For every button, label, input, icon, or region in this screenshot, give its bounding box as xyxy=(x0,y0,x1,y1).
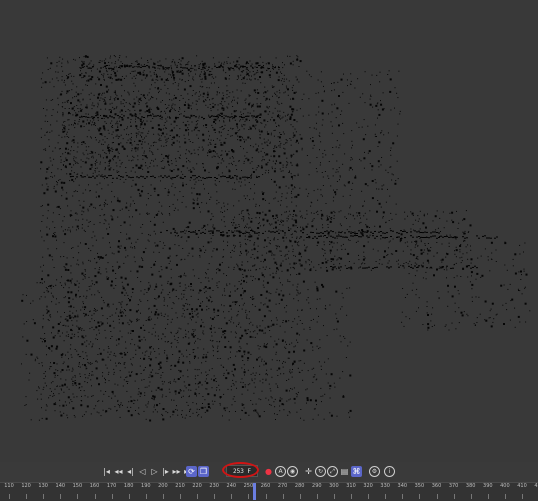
tick-label: 140 xyxy=(56,483,66,489)
play-button[interactable]: ▷ xyxy=(149,466,160,477)
step-back-key-button[interactable]: ◂◂ xyxy=(113,466,124,477)
tick-mark xyxy=(419,494,420,499)
tick-mark xyxy=(317,494,318,499)
tick-label: 290 xyxy=(312,483,322,489)
tick-label: 350 xyxy=(415,483,425,489)
tick-mark xyxy=(300,494,301,499)
tick-label: 170 xyxy=(107,483,117,489)
tick-mark xyxy=(9,494,10,499)
tick-label: 360 xyxy=(432,483,442,489)
tick-mark xyxy=(334,494,335,499)
tick-mark xyxy=(368,494,369,499)
point-cloud xyxy=(0,0,538,462)
tick-mark xyxy=(112,494,113,499)
tick-label: 390 xyxy=(483,483,493,489)
tick-mark xyxy=(26,494,27,499)
tick-label: 230 xyxy=(209,483,219,489)
tick-label: 400 xyxy=(500,483,510,489)
tick-mark xyxy=(454,494,455,499)
info-icon[interactable]: i xyxy=(384,466,395,477)
tick-label: 160 xyxy=(90,483,100,489)
tick-label: 330 xyxy=(380,483,390,489)
tick-mark xyxy=(385,494,386,499)
tick-mark xyxy=(402,494,403,499)
tick-mark xyxy=(197,494,198,499)
tick-mark xyxy=(351,494,352,499)
timeline-ruler[interactable]: 110 120 130 140 150 160 170 180 190 200 210 220 230 2… xyxy=(0,482,538,501)
tick-label: 280 xyxy=(295,483,305,489)
tick-mark xyxy=(180,494,181,499)
tick-label: 340 xyxy=(398,483,408,489)
tick-label: 130 xyxy=(38,483,48,489)
tick-label: 110 xyxy=(4,483,14,489)
tick-label: 370 xyxy=(449,483,459,489)
tick-label: 240 xyxy=(227,483,237,489)
tick-label: 200 xyxy=(158,483,168,489)
tick-mark xyxy=(43,494,44,499)
tick-label: 260 xyxy=(261,483,271,489)
step-back-button[interactable]: ◂| xyxy=(125,466,136,477)
tick-mark xyxy=(214,494,215,499)
tick-label: 180 xyxy=(124,483,134,489)
record-icon[interactable]: ● xyxy=(263,466,274,477)
tick-label: 420 xyxy=(534,483,538,489)
tick-mark xyxy=(488,494,489,499)
keyframe-icon[interactable]: A xyxy=(275,466,286,477)
tick-mark xyxy=(60,494,61,499)
tick-mark xyxy=(266,494,267,499)
timeline-playhead[interactable] xyxy=(253,483,256,500)
bake-icon[interactable]: ⌘ xyxy=(351,466,362,477)
tick-label: 120 xyxy=(21,483,31,489)
loop-icon[interactable]: ⟳ xyxy=(186,466,197,477)
move-icon[interactable]: ✛ xyxy=(303,466,314,477)
tick-mark xyxy=(283,494,284,499)
copy-icon[interactable]: ❐ xyxy=(198,466,209,477)
tick-label: 320 xyxy=(363,483,373,489)
3d-viewport[interactable] xyxy=(0,0,538,462)
tick-mark xyxy=(146,494,147,499)
tick-mark xyxy=(437,494,438,499)
tick-label: 380 xyxy=(466,483,476,489)
tick-mark xyxy=(163,494,164,499)
tick-mark xyxy=(129,494,130,499)
current-frame-input[interactable]: 253 F xyxy=(226,465,258,477)
tick-mark xyxy=(231,494,232,499)
scale-icon[interactable]: ⤢ xyxy=(327,466,338,477)
tick-mark xyxy=(505,494,506,499)
tick-mark xyxy=(522,494,523,499)
settings-icon[interactable]: ⚙ xyxy=(369,466,380,477)
tick-mark xyxy=(77,494,78,499)
transport-bar: |◂ ◂◂ ◂| ◁ ▷ |▸ ▸▸ ▸| ⟳ ❐ ● A ◉ ✛ ↻ ⤢ ▤ … xyxy=(0,462,538,482)
step-forward-button[interactable]: |▸ xyxy=(160,466,171,477)
tick-label: 310 xyxy=(346,483,356,489)
play-reverse-button[interactable]: ◁ xyxy=(137,466,148,477)
tick-mark xyxy=(95,494,96,499)
tick-label: 210 xyxy=(175,483,185,489)
target-icon[interactable]: ◉ xyxy=(287,466,298,477)
tick-mark xyxy=(471,494,472,499)
step-forward-key-button[interactable]: ▸▸ xyxy=(171,466,182,477)
tick-label: 270 xyxy=(278,483,288,489)
go-to-start-button[interactable]: |◂ xyxy=(101,466,112,477)
tick-mark xyxy=(248,494,249,499)
tick-label: 410 xyxy=(517,483,527,489)
camera-icon[interactable]: ▤ xyxy=(339,466,350,477)
tick-label: 300 xyxy=(329,483,339,489)
tick-label: 150 xyxy=(73,483,83,489)
tick-label: 190 xyxy=(141,483,151,489)
tick-label: 220 xyxy=(192,483,202,489)
rotate-icon[interactable]: ↻ xyxy=(315,466,326,477)
